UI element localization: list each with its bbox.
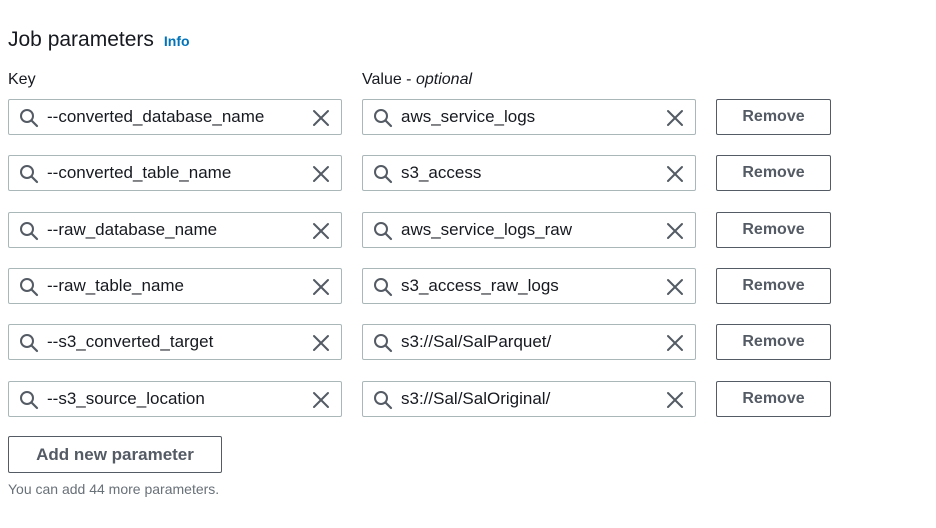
value-input[interactable]: aws_service_logs_raw bbox=[362, 212, 696, 248]
add-new-parameter-button[interactable]: Add new parameter bbox=[8, 436, 222, 473]
key-input[interactable]: --s3_source_location bbox=[8, 381, 342, 417]
close-icon[interactable] bbox=[311, 390, 331, 410]
search-icon bbox=[19, 333, 39, 353]
value-input[interactable]: aws_service_logs bbox=[362, 99, 696, 135]
key-value[interactable]: --s3_source_location bbox=[47, 382, 205, 416]
parameter-row: --s3_converted_target s3://Sal/SalParquet… bbox=[8, 324, 848, 360]
close-icon[interactable] bbox=[665, 164, 685, 184]
key-input[interactable]: --raw_table_name bbox=[8, 268, 342, 304]
close-icon[interactable] bbox=[665, 277, 685, 297]
remove-button[interactable]: Remove bbox=[716, 268, 831, 304]
close-icon[interactable] bbox=[311, 333, 331, 353]
job-parameters-panel: Job parameters Info Key Value - optional… bbox=[0, 0, 936, 528]
parameter-row: --raw_table_name s3_access_raw_logs Remove bbox=[8, 268, 848, 304]
search-icon bbox=[373, 390, 393, 410]
search-icon bbox=[373, 221, 393, 241]
key-input[interactable]: --converted_table_name bbox=[8, 155, 342, 191]
search-icon bbox=[19, 164, 39, 184]
remove-button[interactable]: Remove bbox=[716, 155, 831, 191]
close-icon[interactable] bbox=[665, 221, 685, 241]
optional-text: optional bbox=[415, 71, 473, 88]
search-icon bbox=[19, 221, 39, 241]
value-column-text: Value - bbox=[362, 71, 412, 88]
remove-button[interactable]: Remove bbox=[716, 99, 831, 135]
key-input[interactable]: --s3_converted_target bbox=[8, 324, 342, 360]
search-icon bbox=[19, 390, 39, 410]
remove-button[interactable]: Remove bbox=[716, 381, 831, 417]
close-icon[interactable] bbox=[311, 277, 331, 297]
value-input[interactable]: s3_access bbox=[362, 155, 696, 191]
value-input[interactable]: s3://Sal/SalParquet/ bbox=[362, 324, 696, 360]
parameter-row: --converted_table_name s3_access Remove bbox=[8, 155, 848, 191]
section-header: Job parameters Info bbox=[8, 28, 190, 52]
key-input[interactable]: --converted_database_name bbox=[8, 99, 342, 135]
key-input[interactable]: --raw_database_name bbox=[8, 212, 342, 248]
value-value[interactable]: s3://Sal/SalOriginal/ bbox=[401, 382, 550, 416]
key-value[interactable]: --converted_database_name bbox=[47, 100, 264, 134]
parameter-row: --raw_database_name aws_service_logs_raw R… bbox=[8, 212, 848, 248]
close-icon[interactable] bbox=[311, 221, 331, 241]
close-icon[interactable] bbox=[665, 333, 685, 353]
key-value[interactable]: --raw_table_name bbox=[47, 269, 184, 303]
parameter-row: --converted_database_name aws_service_log… bbox=[8, 99, 848, 135]
close-icon[interactable] bbox=[665, 108, 685, 128]
value-column-label: Value - optional bbox=[362, 71, 472, 89]
close-icon[interactable] bbox=[665, 390, 685, 410]
remove-button[interactable]: Remove bbox=[716, 212, 831, 248]
remaining-parameters-hint: You can add 44 more parameters. bbox=[8, 481, 220, 497]
value-value[interactable]: s3_access_raw_logs bbox=[401, 269, 559, 303]
info-link[interactable]: Info bbox=[164, 33, 190, 49]
key-value[interactable]: --s3_converted_target bbox=[47, 325, 213, 359]
search-icon bbox=[373, 333, 393, 353]
section-title: Job parameters bbox=[8, 28, 154, 51]
value-input[interactable]: s3://Sal/SalOriginal/ bbox=[362, 381, 696, 417]
search-icon bbox=[19, 277, 39, 297]
search-icon bbox=[373, 108, 393, 128]
value-value[interactable]: s3://Sal/SalParquet/ bbox=[401, 325, 551, 359]
key-column-label: Key bbox=[8, 71, 36, 88]
key-value[interactable]: --converted_table_name bbox=[47, 156, 231, 190]
remove-button[interactable]: Remove bbox=[716, 324, 831, 360]
close-icon[interactable] bbox=[311, 164, 331, 184]
value-value[interactable]: aws_service_logs bbox=[401, 100, 535, 134]
search-icon bbox=[19, 108, 39, 128]
search-icon bbox=[373, 277, 393, 297]
close-icon[interactable] bbox=[311, 108, 331, 128]
key-value[interactable]: --raw_database_name bbox=[47, 213, 217, 247]
value-value[interactable]: aws_service_logs_raw bbox=[401, 213, 572, 247]
value-value[interactable]: s3_access bbox=[401, 156, 481, 190]
value-input[interactable]: s3_access_raw_logs bbox=[362, 268, 696, 304]
parameter-row: --s3_source_location s3://Sal/SalOriginal… bbox=[8, 381, 848, 417]
search-icon bbox=[373, 164, 393, 184]
